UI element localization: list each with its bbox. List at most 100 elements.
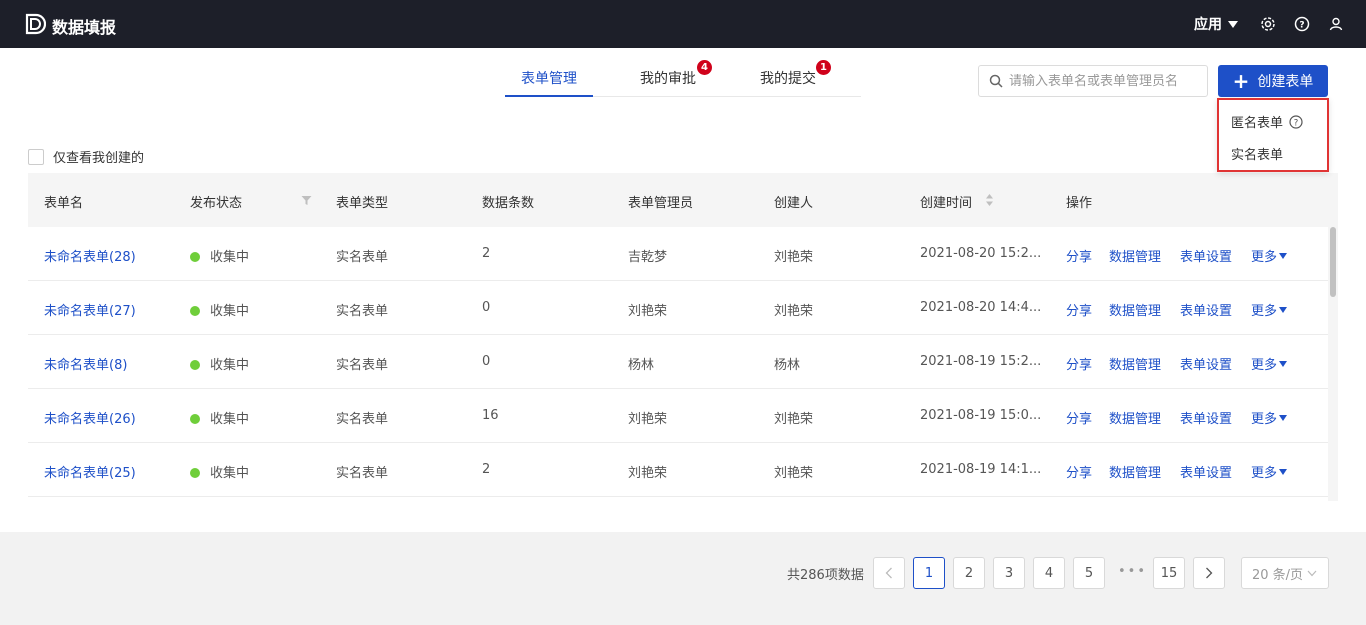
- status-dot-icon: [190, 306, 200, 316]
- page-button[interactable]: 1: [913, 557, 945, 589]
- created-time: 2021-08-19 15:2...: [920, 354, 1042, 369]
- creator: 刘艳荣: [774, 304, 814, 319]
- only-mine-checkbox[interactable]: [28, 148, 44, 165]
- only-mine-filter[interactable]: 仅查看我创建的: [28, 147, 144, 166]
- table-row: 未命名表单(27) 收集中 实名表单 0 刘艳荣 刘艳荣 2021-08-20 14:4..…: [28, 281, 1328, 335]
- form-name-link[interactable]: 未命名表单(26): [44, 408, 136, 427]
- create-form-label: 创建表单: [1257, 74, 1314, 90]
- caret-down-icon: [1279, 415, 1288, 421]
- tab-my-approvals[interactable]: 我的审批 4: [640, 60, 712, 88]
- action-label: 数据管理: [1109, 466, 1162, 481]
- more-menu[interactable]: 更多: [1251, 462, 1288, 481]
- create-form-button[interactable]: + 创建表单: [1218, 65, 1328, 97]
- form-name-link[interactable]: 未命名表单(27): [44, 300, 136, 319]
- created-time: 2021-08-20 15:2...: [920, 246, 1042, 261]
- search-icon: [989, 74, 1003, 88]
- data-count: 16: [482, 408, 499, 423]
- share-link[interactable]: 分享: [1066, 246, 1092, 265]
- next-page-button[interactable]: [1193, 557, 1225, 589]
- action-label: 分享: [1066, 412, 1093, 427]
- filter-icon[interactable]: [301, 195, 312, 206]
- more-menu[interactable]: 更多: [1251, 408, 1288, 427]
- question-icon[interactable]: ?: [1289, 114, 1303, 129]
- action-label: 更多: [1251, 304, 1278, 319]
- form-settings-link[interactable]: 表单设置: [1180, 300, 1232, 319]
- approvals-badge: 4: [697, 60, 712, 75]
- tab-my-submissions[interactable]: 我的提交 1: [760, 60, 831, 88]
- form-settings-link[interactable]: 表单设置: [1180, 462, 1232, 481]
- data-count: 0: [482, 354, 491, 369]
- tab-form-management[interactable]: 表单管理: [521, 68, 577, 88]
- share-link[interactable]: 分享: [1066, 354, 1092, 373]
- status-text: 收集中: [210, 250, 250, 265]
- caret-down-icon: [1279, 469, 1288, 475]
- help-icon[interactable]: ?: [1292, 14, 1312, 34]
- action-label: 分享: [1066, 304, 1093, 319]
- user-icon[interactable]: [1326, 14, 1346, 34]
- table-row: 未命名表单(28) 收集中 实名表单 2 吉乾梦 刘艳荣 2021-08-20 15:2..…: [28, 227, 1328, 281]
- action-label: 数据管理: [1109, 304, 1162, 319]
- publish-status: 收集中: [190, 246, 249, 265]
- sort-icon[interactable]: [985, 193, 994, 207]
- page-ellipsis[interactable]: •••: [1118, 564, 1147, 579]
- page-size-select[interactable]: 20 条/页: [1241, 557, 1329, 589]
- table-row: 未命名表单(25) 收集中 实名表单 2 刘艳荣 刘艳荣 2021-08-19 14:1..…: [28, 443, 1328, 497]
- more-menu[interactable]: 更多: [1251, 246, 1288, 265]
- share-link[interactable]: 分享: [1066, 408, 1092, 427]
- form-type: 实名表单: [336, 466, 389, 481]
- data-management-link[interactable]: 数据管理: [1109, 408, 1161, 427]
- logo-icon: [25, 13, 46, 35]
- menu-item-label: 实名表单: [1231, 148, 1284, 163]
- page-button[interactable]: 15: [1153, 557, 1185, 589]
- more-menu[interactable]: 更多: [1251, 354, 1288, 373]
- form-type: 实名表单: [336, 250, 389, 265]
- apps-menu[interactable]: 应用: [1194, 14, 1238, 34]
- action-label: 更多: [1251, 250, 1278, 265]
- form-name-link[interactable]: 未命名表单(25): [44, 462, 136, 481]
- table-row: 未命名表单(8) 收集中 实名表单 0 杨林 杨林 2021-08-19 15:2... 分享…: [28, 335, 1328, 389]
- data-management-link[interactable]: 数据管理: [1109, 246, 1161, 265]
- form-settings-link[interactable]: 表单设置: [1180, 408, 1232, 427]
- share-link[interactable]: 分享: [1066, 462, 1092, 481]
- status-dot-icon: [190, 414, 200, 424]
- form-settings-link[interactable]: 表单设置: [1180, 354, 1232, 373]
- tab-label: 我的提交: [760, 71, 816, 87]
- column-header: 表单管理员: [628, 196, 694, 211]
- creator: 刘艳荣: [774, 412, 814, 427]
- create-form-menu: 匿名表单 ? 实名表单: [1217, 98, 1329, 172]
- form-name-link[interactable]: 未命名表单(8): [44, 354, 127, 373]
- action-label: 表单设置: [1180, 250, 1233, 265]
- menu-item-label: 匿名表单: [1231, 116, 1284, 131]
- tab-label: 表单管理: [521, 71, 577, 87]
- publish-status: 收集中: [190, 462, 249, 481]
- data-management-link[interactable]: 数据管理: [1109, 300, 1161, 319]
- form-settings-link[interactable]: 表单设置: [1180, 246, 1232, 265]
- data-management-link[interactable]: 数据管理: [1109, 354, 1161, 373]
- search-input[interactable]: [1009, 73, 1199, 89]
- page-button[interactable]: 3: [993, 557, 1025, 589]
- form-admin: 杨林: [628, 358, 655, 373]
- scrollbar-thumb[interactable]: [1330, 227, 1336, 297]
- status-text: 收集中: [210, 412, 250, 427]
- created-time: 2021-08-20 14:4...: [920, 300, 1042, 315]
- form-admin: 刘艳荣: [628, 466, 668, 481]
- share-link[interactable]: 分享: [1066, 300, 1092, 319]
- settings-icon[interactable]: [1258, 14, 1278, 34]
- menu-item-anonymous-form[interactable]: 匿名表单 ?: [1231, 112, 1303, 131]
- menu-item-realname-form[interactable]: 实名表单: [1231, 144, 1283, 163]
- pagination-bar: 共286项数据 1 2 3 4 5 ••• 15 20 条/页: [0, 532, 1366, 625]
- action-label: 更多: [1251, 466, 1278, 481]
- table-scrollbar[interactable]: [1328, 173, 1338, 501]
- prev-page-button[interactable]: [873, 557, 905, 589]
- data-management-link[interactable]: 数据管理: [1109, 462, 1161, 481]
- form-name-link[interactable]: 未命名表单(28): [44, 246, 136, 265]
- form-admin: 刘艳荣: [628, 304, 668, 319]
- caret-down-icon: [1279, 253, 1288, 259]
- forms-table: 表单名 发布状态 表单类型 数据条数 表单管理员 创建人 创建时间 操作 未命名…: [28, 173, 1338, 501]
- more-menu[interactable]: 更多: [1251, 300, 1288, 319]
- page-button[interactable]: 2: [953, 557, 985, 589]
- status-text: 收集中: [210, 358, 250, 373]
- page-button[interactable]: 4: [1033, 557, 1065, 589]
- page-button[interactable]: 5: [1073, 557, 1105, 589]
- action-label: 更多: [1251, 412, 1278, 427]
